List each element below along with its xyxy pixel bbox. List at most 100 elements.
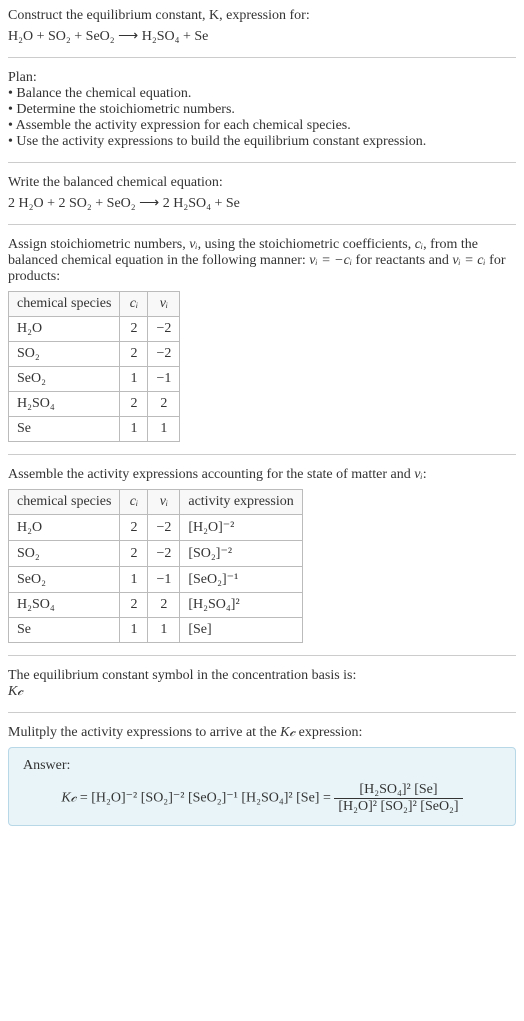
fraction: [H₂SO₄]² [Se][H₂O]² [SO₂]² [SeO₂] bbox=[334, 782, 462, 815]
prompt-line: Construct the equilibrium constant, K, e… bbox=[8, 8, 516, 24]
table-row: H₂O 2 −2 bbox=[9, 317, 180, 342]
text: , using the stoichiometric coefficients, bbox=[198, 237, 415, 252]
unbalanced-equation: H₂O + SO₂ + SeO₂ ⟶ H₂SO₄ + Se bbox=[8, 28, 516, 45]
plan-heading: Plan: bbox=[8, 70, 516, 86]
cell-nu: 1 bbox=[148, 417, 180, 442]
list-item: Determine the stoichiometric numbers. bbox=[8, 102, 516, 118]
denominator: [H₂O]² [SO₂]² [SeO₂] bbox=[334, 799, 462, 815]
table-row: H₂SO₄ 2 2 bbox=[9, 392, 180, 417]
table-row: H₂SO₄ 2 2 [H₂SO₄]² bbox=[9, 593, 303, 618]
answer-box: Answer: K𝒸 = [H₂O]⁻² [SO₂]⁻² [SeO₂]⁻¹ [H… bbox=[8, 747, 516, 826]
multiply-section: Mulitply the activity expressions to arr… bbox=[8, 725, 516, 826]
kc-symbol: K𝒸 bbox=[8, 684, 516, 700]
list-item: Use the activity expressions to build th… bbox=[8, 134, 516, 150]
answer-label: Answer: bbox=[23, 758, 501, 774]
divider bbox=[8, 162, 516, 163]
stoich-intro: Assign stoichiometric numbers, νᵢ, using… bbox=[8, 237, 516, 285]
nu-i: νᵢ bbox=[189, 237, 197, 252]
multiply-line: Mulitply the activity expressions to arr… bbox=[8, 725, 516, 741]
balanced-section: Write the balanced chemical equation: 2 … bbox=[8, 175, 516, 212]
cell-species: SO₂ bbox=[9, 342, 120, 367]
prompt-section: Construct the equilibrium constant, K, e… bbox=[8, 8, 516, 45]
cell-c: 2 bbox=[120, 593, 148, 618]
cell-nu: 1 bbox=[148, 618, 180, 643]
cell-activity: [SO₂]⁻² bbox=[180, 541, 302, 567]
cell-nu: −1 bbox=[148, 367, 180, 392]
prompt-text: Construct the equilibrium constant, K, e… bbox=[8, 8, 310, 23]
divider bbox=[8, 655, 516, 656]
kc: K𝒸 bbox=[280, 725, 295, 740]
table-row: H₂O 2 −2 [H₂O]⁻² bbox=[9, 515, 303, 541]
cell-species: SeO₂ bbox=[9, 367, 120, 392]
balanced-heading: Write the balanced chemical equation: bbox=[8, 175, 516, 191]
cell-activity: [H₂SO₄]² bbox=[180, 593, 302, 618]
cell-c: 2 bbox=[120, 392, 148, 417]
header-nu: νᵢ bbox=[148, 490, 180, 515]
table-header-row: chemical species cᵢ νᵢ bbox=[9, 292, 180, 317]
table-row: SO₂ 2 −2 [SO₂]⁻² bbox=[9, 541, 303, 567]
plan-section: Plan: Balance the chemical equation. Det… bbox=[8, 70, 516, 150]
cell-nu: −2 bbox=[148, 515, 180, 541]
table-row: SeO₂ 1 −1 bbox=[9, 367, 180, 392]
table-header-row: chemical species cᵢ νᵢ activity expressi… bbox=[9, 490, 303, 515]
table-row: Se 1 1 [Se] bbox=[9, 618, 303, 643]
cell-c: 2 bbox=[120, 342, 148, 367]
divider bbox=[8, 224, 516, 225]
stoich-section: Assign stoichiometric numbers, νᵢ, using… bbox=[8, 237, 516, 442]
stoich-table: chemical species cᵢ νᵢ H₂O 2 −2 SO₂ 2 −2… bbox=[8, 291, 180, 442]
kc-expression: K𝒸 = [H₂O]⁻² [SO₂]⁻² [SeO₂]⁻¹ [H₂SO₄]² [… bbox=[23, 782, 501, 815]
cell-species: Se bbox=[9, 417, 120, 442]
numerator: [H₂SO₄]² [Se] bbox=[334, 782, 462, 799]
lhs: = [H₂O]⁻² [SO₂]⁻² [SeO₂]⁻¹ [H₂SO₄]² [Se]… bbox=[76, 791, 334, 806]
cell-c: 1 bbox=[120, 417, 148, 442]
cell-c: 2 bbox=[120, 515, 148, 541]
text: Assign stoichiometric numbers, bbox=[8, 237, 189, 252]
cell-activity: [H₂O]⁻² bbox=[180, 515, 302, 541]
symbol-section: The equilibrium constant symbol in the c… bbox=[8, 668, 516, 700]
activity-section: Assemble the activity expressions accoun… bbox=[8, 467, 516, 643]
plan-list: Balance the chemical equation. Determine… bbox=[8, 86, 516, 150]
cell-species: H₂O bbox=[9, 317, 120, 342]
cell-nu: −2 bbox=[148, 317, 180, 342]
table-row: SeO₂ 1 −1 [SeO₂]⁻¹ bbox=[9, 567, 303, 593]
table-row: SO₂ 2 −2 bbox=[9, 342, 180, 367]
balanced-equation: 2 H₂O + 2 SO₂ + SeO₂ ⟶ 2 H₂SO₄ + Se bbox=[8, 195, 516, 212]
cell-nu: −2 bbox=[148, 342, 180, 367]
list-item: Balance the chemical equation. bbox=[8, 86, 516, 102]
cell-c: 1 bbox=[120, 618, 148, 643]
cell-nu: −1 bbox=[148, 567, 180, 593]
cell-species: SeO₂ bbox=[9, 567, 120, 593]
activity-table: chemical species cᵢ νᵢ activity expressi… bbox=[8, 489, 303, 643]
cell-species: H₂SO₄ bbox=[9, 593, 120, 618]
relation: νᵢ = cᵢ bbox=[452, 253, 485, 268]
symbol-line: The equilibrium constant symbol in the c… bbox=[8, 668, 516, 684]
cell-species: Se bbox=[9, 618, 120, 643]
cell-c: 2 bbox=[120, 541, 148, 567]
cell-activity: [SeO₂]⁻¹ bbox=[180, 567, 302, 593]
text: expression: bbox=[295, 725, 362, 740]
header-c: cᵢ bbox=[120, 292, 148, 317]
cell-species: H₂SO₄ bbox=[9, 392, 120, 417]
cell-activity: [Se] bbox=[180, 618, 302, 643]
header-activity: activity expression bbox=[180, 490, 302, 515]
cell-nu: 2 bbox=[148, 392, 180, 417]
cell-nu: 2 bbox=[148, 593, 180, 618]
header-species: chemical species bbox=[9, 292, 120, 317]
text: Assemble the activity expressions accoun… bbox=[8, 467, 414, 482]
cell-c: 2 bbox=[120, 317, 148, 342]
nu-i: νᵢ bbox=[414, 467, 422, 482]
list-item: Assemble the activity expression for eac… bbox=[8, 118, 516, 134]
relation: νᵢ = −cᵢ bbox=[309, 253, 352, 268]
divider bbox=[8, 712, 516, 713]
cell-c: 1 bbox=[120, 567, 148, 593]
cell-nu: −2 bbox=[148, 541, 180, 567]
text: for reactants and bbox=[352, 253, 452, 268]
cell-c: 1 bbox=[120, 367, 148, 392]
header-c: cᵢ bbox=[120, 490, 148, 515]
text: : bbox=[423, 467, 427, 482]
cell-species: H₂O bbox=[9, 515, 120, 541]
kc: K𝒸 bbox=[61, 791, 76, 806]
text: Mulitply the activity expressions to arr… bbox=[8, 725, 280, 740]
activity-intro: Assemble the activity expressions accoun… bbox=[8, 467, 516, 483]
cell-species: SO₂ bbox=[9, 541, 120, 567]
